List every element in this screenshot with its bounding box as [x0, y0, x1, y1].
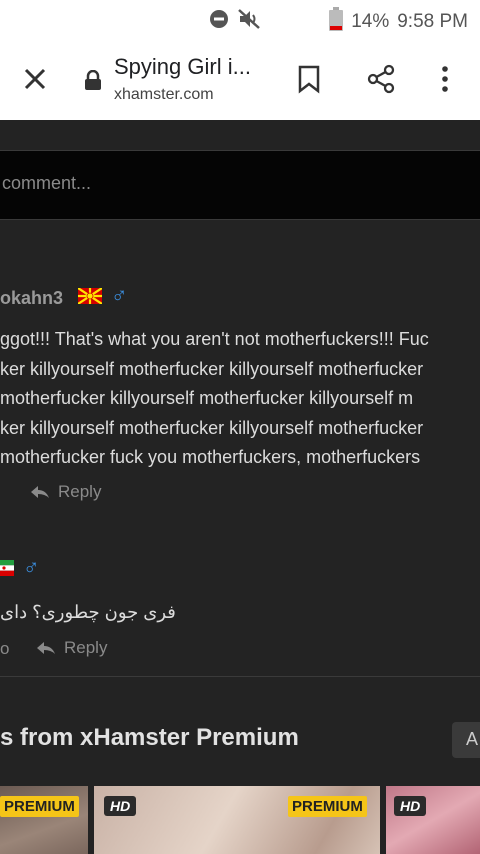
do-not-disturb-icon [209, 9, 229, 35]
male-gender-icon: ♂ [111, 282, 128, 307]
bookmark-icon[interactable] [296, 64, 322, 94]
video-thumbnail[interactable]: HD [386, 786, 480, 854]
clock: 9:58 PM [397, 11, 468, 32]
section-divider [0, 676, 480, 677]
video-thumbnail[interactable]: HD PREMIUM [94, 786, 380, 854]
macedonia-flag-icon [78, 288, 102, 304]
battery-icon [329, 7, 344, 37]
battery-percent: 14% [351, 11, 390, 32]
comment-line: ggot!!! That's what you aren't not mothe… [0, 329, 429, 349]
comment-text: ggot!!! That's what you aren't not mothe… [0, 325, 480, 473]
reply-arrow-icon [31, 486, 49, 498]
comment-line: فری جون چطوری؟ دای [0, 602, 176, 622]
comment-line: ker killyourself motherfucker killyourse… [0, 358, 424, 379]
share-icon[interactable] [366, 64, 396, 94]
lock-icon [84, 69, 102, 90]
status-bar: 14% 9:58 PM [0, 0, 480, 36]
comment-input[interactable]: comment... [0, 150, 480, 220]
comment-line: ker killyourself motherfucker killyourse… [0, 417, 424, 438]
reply-label: Reply [58, 482, 102, 501]
video-thumbnail[interactable]: PREMIUM [0, 786, 88, 854]
premium-section-title: s from xHamster Premium [0, 724, 299, 751]
see-all-label: A [466, 729, 479, 749]
page-url[interactable]: xhamster.com [114, 86, 214, 104]
reply-button[interactable]: Reply [30, 482, 101, 502]
reply-label: Reply [64, 638, 108, 657]
comment-placeholder: comment... [2, 173, 92, 193]
premium-badge: PREMIUM [0, 796, 79, 817]
page-title[interactable]: Spying Girl i... [114, 54, 251, 80]
more-options-icon[interactable] [438, 64, 452, 94]
close-icon[interactable] [20, 64, 50, 94]
reply-button[interactable]: Reply [36, 638, 107, 658]
comment-username[interactable]: okahn3 [0, 288, 63, 309]
comment-meta: o [0, 639, 10, 658]
page-content: comment... okahn3 ♂ ggot!!! That's what … [0, 120, 480, 854]
iran-flag-icon [0, 560, 14, 576]
browser-toolbar: Spying Girl i... xhamster.com [0, 36, 480, 121]
comment-line: motherfucker killyourself motherfucker k… [0, 388, 414, 408]
male-gender-icon: ♂ [23, 554, 40, 579]
hd-badge: HD [104, 796, 137, 816]
hd-badge: HD [394, 796, 427, 816]
reply-arrow-icon [37, 642, 55, 654]
comment-line: motherfucker fuck you motherfuckers, mot… [0, 447, 421, 467]
status-bar-right: 14% 9:58 PM [209, 7, 468, 37]
see-all-button[interactable]: A [452, 722, 480, 758]
comment-text: فری جون چطوری؟ دای [0, 598, 480, 628]
premium-badge: PREMIUM [288, 796, 367, 817]
mute-icon [237, 8, 261, 36]
